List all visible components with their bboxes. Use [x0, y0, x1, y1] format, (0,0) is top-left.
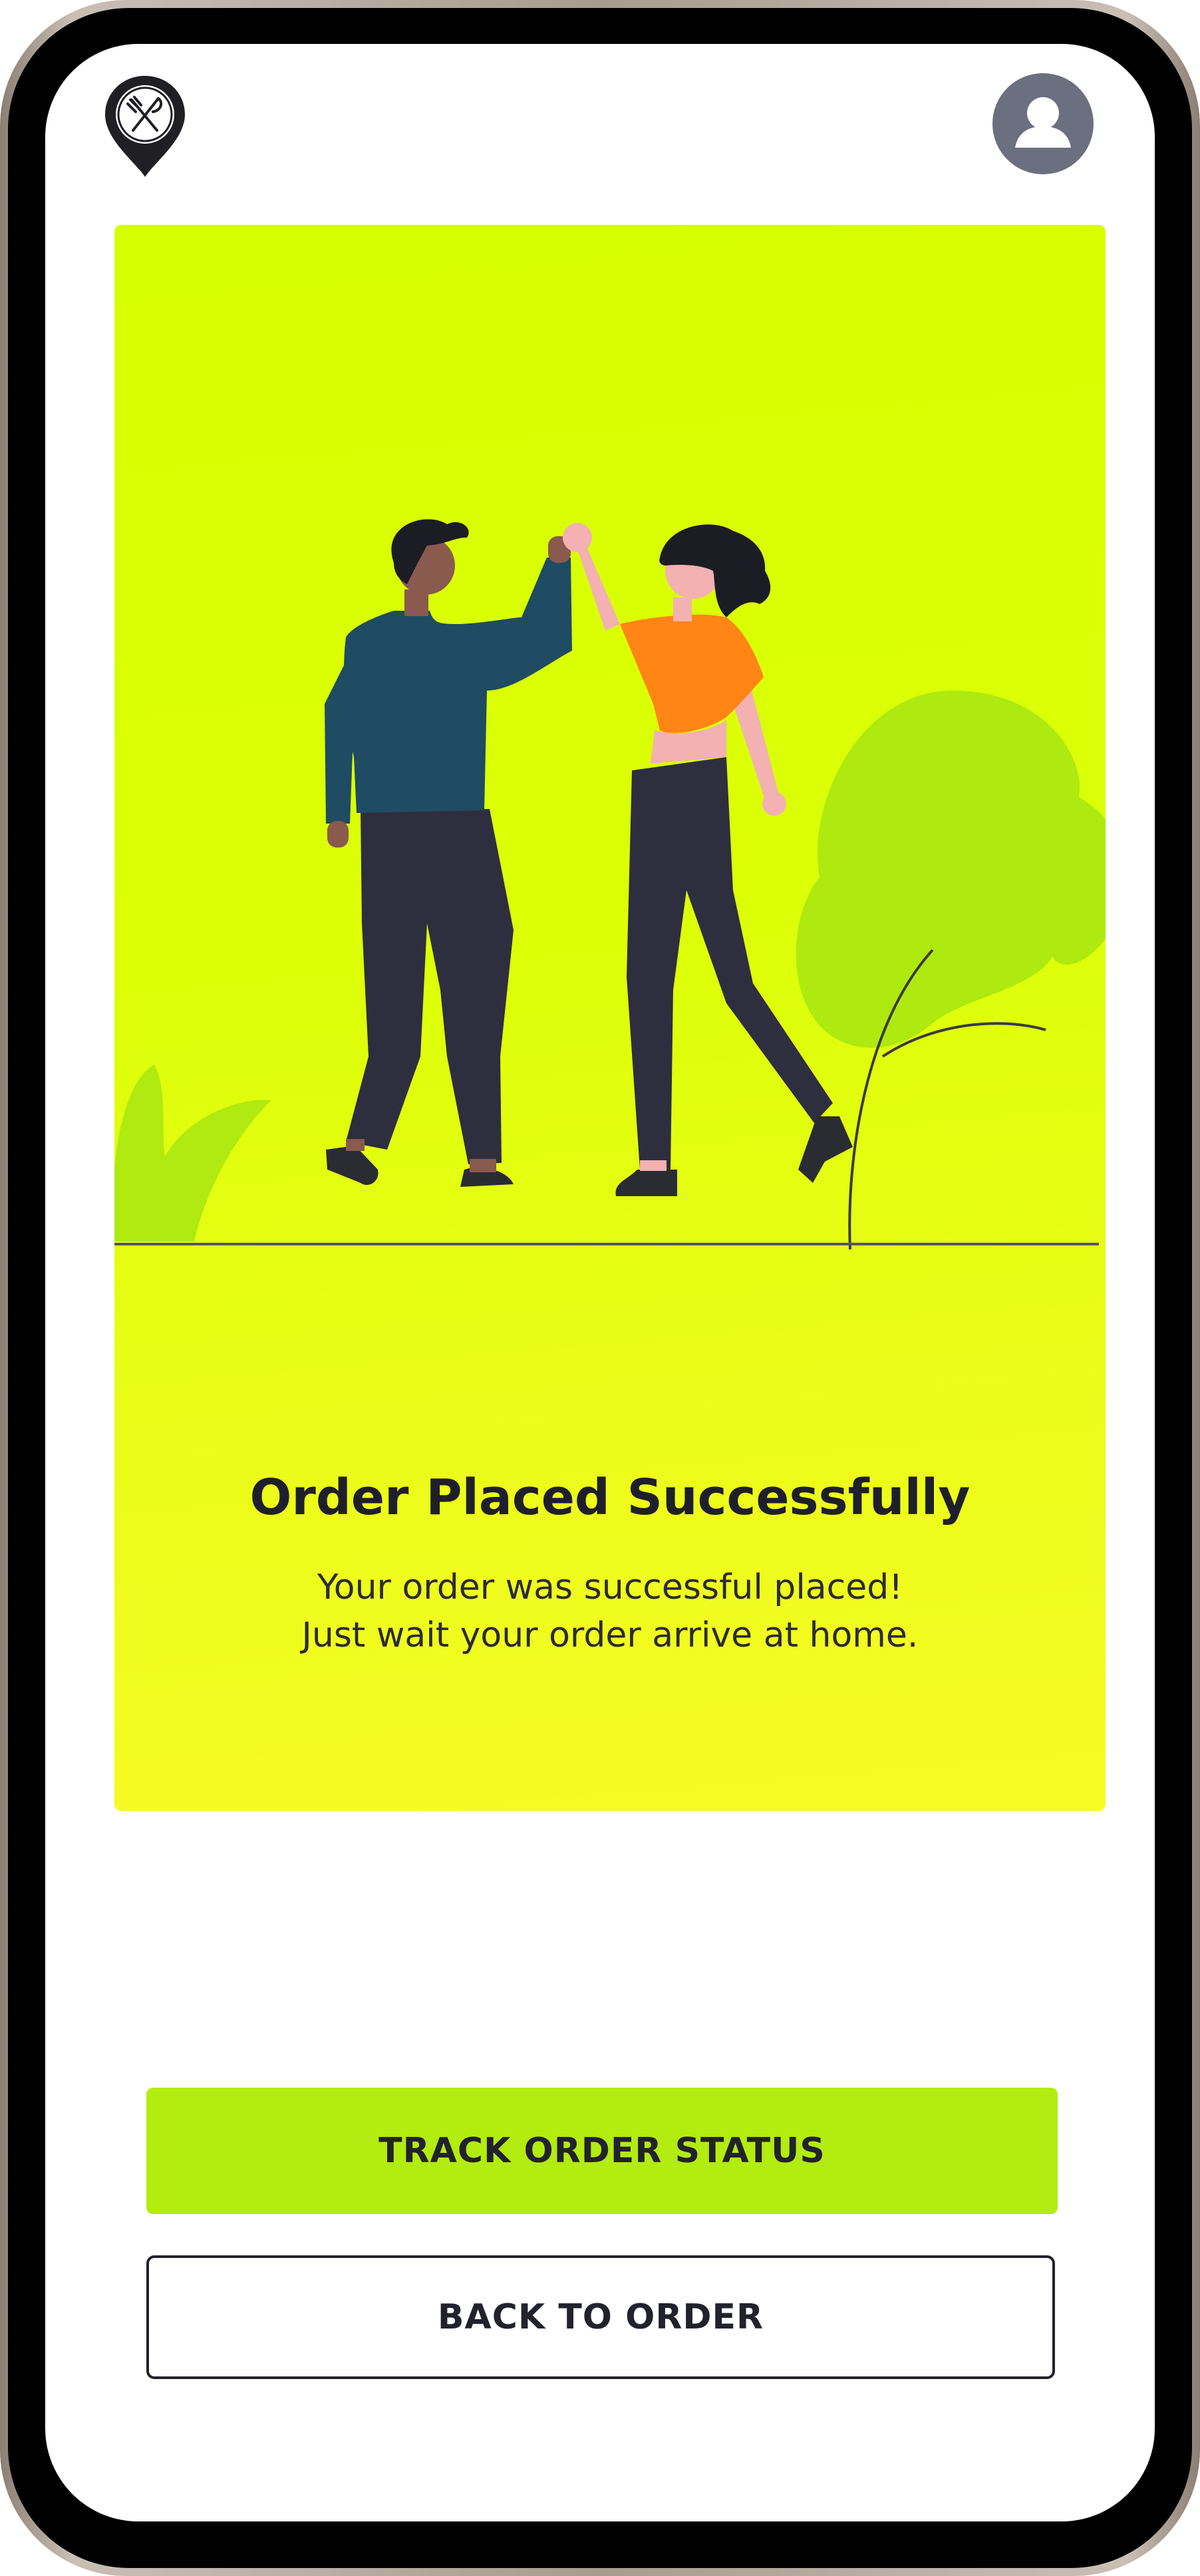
success-hero-card: Order Placed Successfully Your order was…: [114, 225, 1106, 1811]
user-avatar-icon[interactable]: [992, 73, 1094, 174]
man-figure: [325, 519, 572, 1187]
success-description: Your order was successful placed! Just w…: [114, 1563, 1106, 1659]
left-plant-shape: [114, 1064, 271, 1241]
app-screen: Order Placed Successfully Your order was…: [45, 44, 1155, 2521]
woman-figure: [563, 523, 853, 1196]
restaurant-pin-icon[interactable]: [102, 73, 188, 180]
right-bush-shape: [796, 691, 1106, 1048]
success-title: Order Placed Successfully: [249, 1469, 971, 1526]
success-description-line-1: Your order was successful placed!: [317, 1567, 903, 1607]
track-order-status-button[interactable]: TRACK ORDER STATUS: [146, 2088, 1058, 2214]
success-description-line-2: Just wait your order arrive at home.: [301, 1615, 919, 1655]
back-to-order-button[interactable]: BACK TO ORDER: [146, 2255, 1055, 2379]
two-people-high-five-illustration: [114, 519, 1106, 1250]
